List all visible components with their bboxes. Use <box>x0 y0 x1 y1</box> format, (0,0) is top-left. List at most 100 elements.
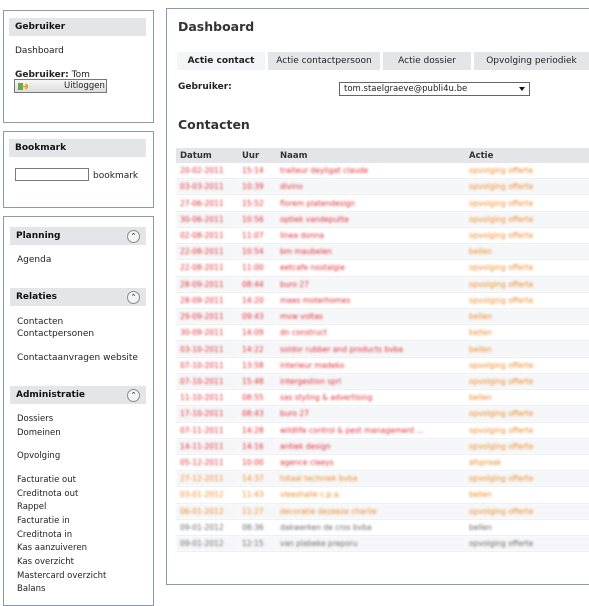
nav-dossiers[interactable]: Dossiers <box>17 414 53 424</box>
table-row[interactable]: 22-08-2011 10:54 bm maubelen bellen <box>176 243 589 261</box>
table-row[interactable]: 05-12-2011 10:00 agence claeys afspraak <box>176 454 589 472</box>
nav-kas-overzicht[interactable]: Kas overzicht <box>17 557 74 567</box>
tab-actie-dossier[interactable]: Actie dossier <box>383 52 471 70</box>
table-row[interactable]: 11-10-2011 08:55 sas styling & advertising… <box>176 389 589 407</box>
nav-facturatie-in[interactable]: Facturatie in <box>17 516 70 526</box>
cell-actie: opvolging offerte <box>465 227 589 245</box>
nav-opvolging[interactable]: Opvolging <box>17 451 60 461</box>
collapse-icon[interactable]: ⌃ <box>127 389 140 402</box>
cell-naam: buro 27 <box>276 276 465 293</box>
cell-datum: 03-10-2011 <box>176 340 238 358</box>
cell-actie: opvolging offerte <box>465 405 589 423</box>
table-row[interactable]: 28-09-2011 14:20 maes moterhomes opvolging … <box>176 292 589 309</box>
table-row[interactable]: 09-01-2012 12:15 van plabeke preporu opvolg… <box>176 535 589 553</box>
cell-uur: 09:43 <box>238 308 276 326</box>
table-row[interactable]: 30-09-2011 14:09 dn construct bellen <box>176 324 589 342</box>
tab-opvolging-periodiek[interactable]: Opvolging periodiek <box>474 52 589 70</box>
cell-uur: 14:37 <box>238 470 276 488</box>
cell-naam: divino <box>276 178 465 196</box>
table-row[interactable]: 27-06-2011 15:52 florem platendesign opvolg… <box>176 194 589 212</box>
cell-datum: 03-03-2011 <box>176 178 238 196</box>
bookmark-input[interactable] <box>15 168 89 181</box>
nav-creditnota-out[interactable]: Creditnota out <box>17 489 78 499</box>
table-row[interactable]: 03-01-2012 11:43 vleeshalle c.p.a. bellen <box>176 486 589 504</box>
tab-actie-contact[interactable]: Actie contact <box>177 52 265 70</box>
cell-uur: 08:36 <box>238 519 276 537</box>
cell-datum: 28-09-2011 <box>176 292 238 309</box>
nav-contactpersonen[interactable]: Contactpersonen <box>17 329 94 339</box>
nav-kas-aanzuiveren[interactable]: Kas aanzuiveren <box>17 543 87 553</box>
cell-naam: buro 27 <box>276 405 465 423</box>
relaties-title: Relaties <box>16 292 58 302</box>
table-row[interactable]: 28-09-2011 08:44 buro 27 opvolging offerte <box>176 276 589 293</box>
nav-agenda[interactable]: Agenda <box>17 255 51 265</box>
cell-uur: 11:27 <box>238 503 276 520</box>
cell-naam: optiek vandeputte <box>276 211 465 228</box>
nav-facturatie-out[interactable]: Facturatie out <box>17 475 76 485</box>
table-row[interactable]: 29-09-2011 09:43 mvw voltas bellen <box>176 308 589 326</box>
administratie-title: Administratie <box>16 390 86 400</box>
cell-actie: opvolging offerte <box>465 438 589 455</box>
bookmark-link[interactable]: bookmark <box>93 171 138 181</box>
header-actie[interactable]: Actie <box>465 148 589 163</box>
cell-naam: vleeshalle c.p.a. <box>276 486 465 504</box>
nav-mastercard-overzicht[interactable]: Mastercard overzicht <box>17 571 106 581</box>
cell-actie: opvolging offerte <box>465 422 589 439</box>
table-row[interactable]: 06-01-2012 11:27 decoratie dezeeze charlie… <box>176 503 589 520</box>
page-title: Dashboard <box>178 19 255 34</box>
table-row[interactable]: 09-01-2012 08:36 dakwerken de cros bvba bel… <box>176 519 589 537</box>
table-row[interactable]: 03-10-2011 14:22 soldor rubber and product… <box>176 340 589 358</box>
table-row[interactable]: 20-02-2011 15:14 traiteur deyligat claude o… <box>176 163 589 180</box>
nav-domeinen[interactable]: Domeinen <box>17 428 61 438</box>
cell-actie: opvolging offerte <box>465 470 589 488</box>
cell-uur: 10:00 <box>238 454 276 472</box>
cell-uur: 10:56 <box>238 211 276 228</box>
cell-datum: 07-10-2011 <box>176 357 238 374</box>
user-box-title: Gebruiker <box>9 18 146 36</box>
table-row[interactable]: 27-12-2011 14:37 totaal techniek bvba opvol… <box>176 470 589 488</box>
cell-datum: 11-10-2011 <box>176 389 238 407</box>
table-row[interactable]: 07-11-2011 14:28 wildlife control & pest m… <box>176 422 589 439</box>
cell-datum: 27-06-2011 <box>176 194 238 212</box>
header-datum[interactable]: Datum <box>176 148 238 163</box>
header-naam[interactable]: Naam <box>276 148 465 163</box>
nav-rappel[interactable]: Rappel <box>17 502 46 512</box>
table-row[interactable]: 02-08-2011 11:07 linea donna opvolging offe… <box>176 227 589 245</box>
chevron-down-icon <box>519 87 525 91</box>
table-row[interactable]: 22-08-2011 11:00 eetcafe nostalgie opvolgin… <box>176 259 589 277</box>
table-row[interactable]: 03-03-2011 10:39 divino opvolging offerte <box>176 178 589 196</box>
user-filter-select[interactable]: tom.staelgraeve@publi4u.be <box>339 82 530 96</box>
cell-uur: 14:28 <box>238 422 276 439</box>
nav-creditnota-in[interactable]: Creditnota in <box>17 530 72 540</box>
cell-actie: opvolging offerte <box>465 178 589 196</box>
cell-naam: totaal techniek bvba <box>276 470 465 488</box>
table-row[interactable]: 14-11-2011 14:16 antiek design opvolging of… <box>176 438 589 455</box>
cell-datum: 09-01-2012 <box>176 519 238 537</box>
cell-uur: 08:43 <box>238 405 276 423</box>
cell-naam: dn construct <box>276 324 465 342</box>
table-row[interactable]: 07-10-2011 15:48 intergestion sprl opvolgin… <box>176 373 589 391</box>
cell-datum: 09-01-2012 <box>176 535 238 553</box>
cell-uur: 12:15 <box>238 535 276 553</box>
cell-actie: opvolging offerte <box>465 211 589 228</box>
cell-datum: 22-08-2011 <box>176 259 238 277</box>
table-row[interactable]: 30-06-2011 10:56 optiek vandeputte opvolgin… <box>176 211 589 228</box>
cell-naam: interieur madeko <box>276 357 465 374</box>
collapse-icon[interactable]: ⌃ <box>127 291 140 304</box>
nav-balans[interactable]: Balans <box>17 584 45 594</box>
logout-label: Uitloggen <box>64 81 105 91</box>
cell-naam: traiteur deyligat claude <box>276 163 465 180</box>
table-row[interactable]: 17-10-2011 08:43 buro 27 opvolging offerte <box>176 405 589 423</box>
table-header-row: Datum Uur Naam Actie <box>176 148 589 163</box>
collapse-icon[interactable]: ⌃ <box>127 230 140 243</box>
cell-actie: bellen <box>465 486 589 504</box>
section-title: Contacten <box>178 117 250 132</box>
nav-contactaanvragen[interactable]: Contactaanvragen website <box>17 353 138 363</box>
header-uur[interactable]: Uur <box>238 148 276 163</box>
logout-button[interactable]: Uitloggen <box>14 79 107 93</box>
dashboard-link[interactable]: Dashboard <box>15 46 64 56</box>
nav-contacten[interactable]: Contacten <box>17 317 63 327</box>
table-row[interactable]: 07-10-2011 13:58 interieur madeko opvolging… <box>176 357 589 374</box>
tab-actie-contactpersoon[interactable]: Actie contactpersoon <box>268 52 380 70</box>
cell-actie: opvolging offerte <box>465 276 589 293</box>
